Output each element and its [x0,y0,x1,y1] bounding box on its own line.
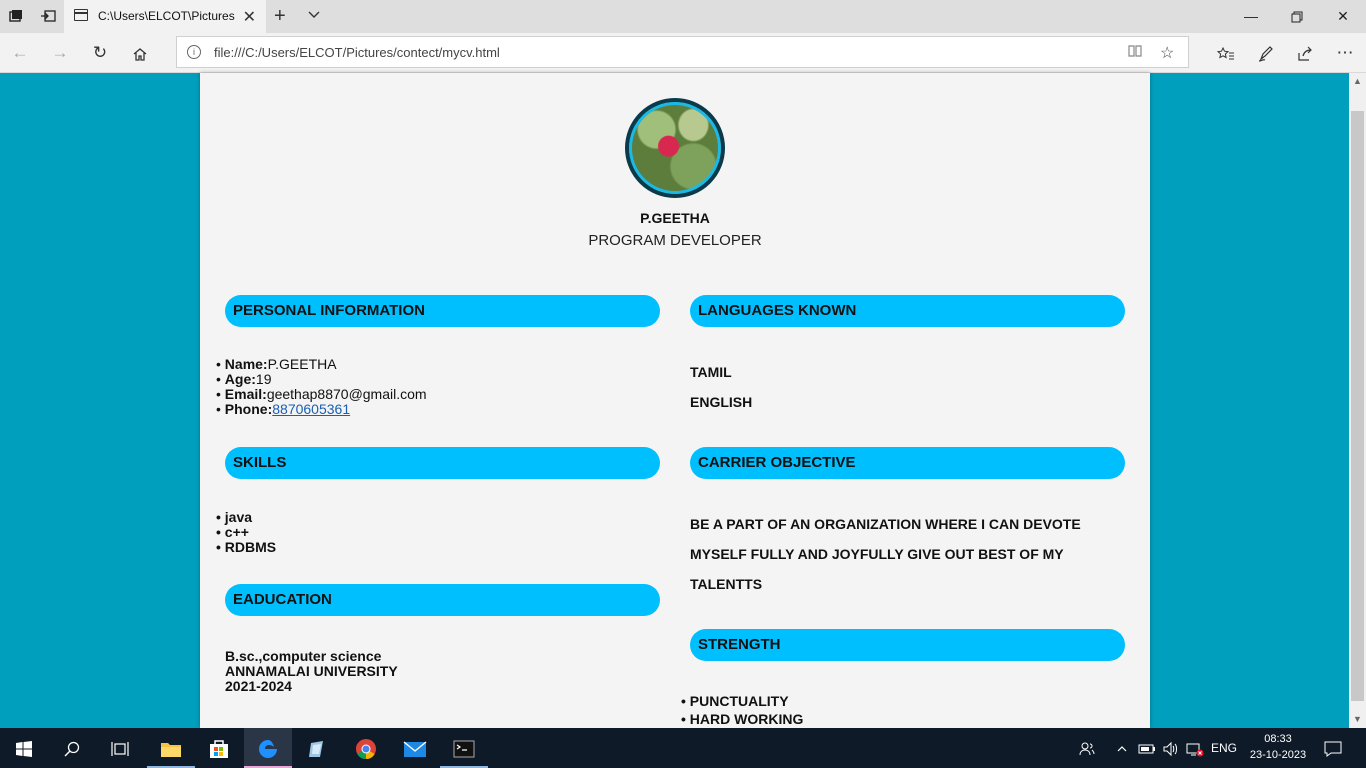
languages-heading: LANGUAGES KNOWN [690,295,1125,327]
reading-view-icon[interactable] [1127,43,1143,64]
email-label: Email: [224,386,267,402]
objective-line: TALENTTS [690,576,763,592]
list-item: PUNCTUALITY [681,692,803,710]
list-item: HARD WORKING [681,710,804,728]
chevron-down-icon[interactable] [306,7,322,23]
address-bar[interactable]: i file:///C:/Users/ELCOT/Pictures/contec… [176,36,1189,68]
browser-title-bar: C:\Users\ELCOT\Pictures ✕ + — ✕ [0,0,1366,33]
close-window-button[interactable]: ✕ [1320,0,1366,33]
personal-info-heading: PERSONAL INFORMATION [225,295,660,327]
language-item: TAMIL [690,364,732,380]
list-item: Phone:8870605361 [216,402,427,417]
list-item: Age:19 [216,372,427,387]
mail-icon[interactable] [391,728,439,768]
strength-heading: STRENGTH [690,629,1125,661]
navigation-bar: ← → ↻ i file:///C:/Users/ELCOT/Pictures/… [0,33,1366,73]
cv-role: PROGRAM DEVELOPER [588,232,762,249]
tab-actions-icon[interactable] [8,8,24,24]
close-tab-icon[interactable]: ✕ [243,7,256,27]
skills-list: java c++ RDBMS [216,510,276,555]
scroll-down-icon[interactable]: ▼ [1349,711,1366,728]
share-icon[interactable] [1293,41,1317,65]
start-windows-icon[interactable] [0,728,48,768]
list-item: Name:P.GEETHA [216,357,427,372]
task-view-icon[interactable] [96,728,144,768]
favorites-icon[interactable] [1214,41,1238,65]
list-item: c++ [216,525,276,540]
chrome-icon[interactable] [342,728,390,768]
phone-label: Phone: [224,401,273,417]
command-prompt-icon[interactable] [440,728,488,768]
cv-name: P.GEETHA [640,210,710,226]
list-item: Email:geethap8870@gmail.com [216,387,427,402]
volume-icon[interactable] [1160,728,1182,768]
list-item: RDBMS [216,540,276,555]
system-clock[interactable]: 08:33 23-10-2023 [1240,731,1316,763]
education-heading: EADUCATION [225,584,660,616]
education-university: ANNAMALAI UNIVERSITY [225,663,398,679]
back-icon[interactable]: ← [8,41,32,65]
search-icon[interactable] [48,728,96,768]
app-icon[interactable] [293,728,341,768]
address-url: file:///C:/Users/ELCOT/Pictures/contect/… [214,45,500,60]
refresh-icon[interactable]: ↻ [88,41,112,65]
profile-photo-ring [629,102,721,194]
email-value: geethap8870@gmail.com [266,386,427,402]
education-degree: B.sc.,computer science [225,648,382,664]
edge-browser-icon[interactable] [244,728,292,768]
favorite-star-icon[interactable]: ☆ [1160,43,1174,63]
scroll-thumb[interactable] [1351,111,1364,701]
page-scrollbar[interactable]: ▲ ▼ [1349,73,1366,728]
pen-icon[interactable] [1254,41,1278,65]
phone-link[interactable]: 8870605361 [272,401,350,417]
minimize-button[interactable]: — [1228,0,1274,33]
chevron-up-icon[interactable] [1112,728,1132,768]
info-icon[interactable]: i [187,45,201,59]
age-value: 19 [255,371,272,387]
list-item: java [216,510,276,525]
restore-button[interactable] [1274,0,1320,33]
name-label: Name: [224,356,268,372]
objective-line: BE A PART OF AN ORGANIZATION WHERE I CAN… [690,516,1081,532]
file-explorer-icon[interactable] [147,728,195,768]
language-item: ENGLISH [690,394,753,410]
objective-heading: CARRIER OBJECTIVE [690,447,1125,479]
age-label: Age: [224,371,256,387]
more-options-icon[interactable]: ⋯ [1333,41,1357,65]
notifications-icon[interactable] [1320,728,1346,768]
windows-taskbar: ENG 08:33 23-10-2023 [0,728,1366,768]
clock-time: 08:33 [1264,733,1292,745]
objective-line: MYSELF FULLY AND JOYFULLY GIVE OUT BEST … [690,546,1064,562]
strength-list: PUNCTUALITY HARD WORKING [681,692,804,728]
new-tab-icon[interactable]: + [274,5,286,28]
store-icon[interactable] [195,728,243,768]
clock-date: 23-10-2023 [1249,749,1307,761]
set-tabs-aside-icon[interactable] [40,8,56,24]
scroll-up-icon[interactable]: ▲ [1349,73,1366,90]
browser-tab[interactable]: C:\Users\ELCOT\Pictures ✕ [64,0,266,33]
input-language[interactable]: ENG [1208,728,1240,768]
skills-heading: SKILLS [225,447,660,479]
home-icon[interactable] [128,41,152,65]
battery-icon[interactable] [1136,728,1158,768]
cv-card: P.GEETHA PROGRAM DEVELOPER PERSONAL INFO… [200,73,1150,728]
page-icon [74,9,88,21]
personal-info-list: Name:P.GEETHA Age:19 Email:geethap8870@g… [216,357,427,417]
forward-icon[interactable]: → [48,41,72,65]
education-years: 2021-2024 [225,678,292,694]
name-value: P.GEETHA [267,356,337,372]
network-disconnected-icon[interactable] [1184,728,1206,768]
people-icon[interactable] [1076,728,1098,768]
tab-title: C:\Users\ELCOT\Pictures [98,9,235,23]
